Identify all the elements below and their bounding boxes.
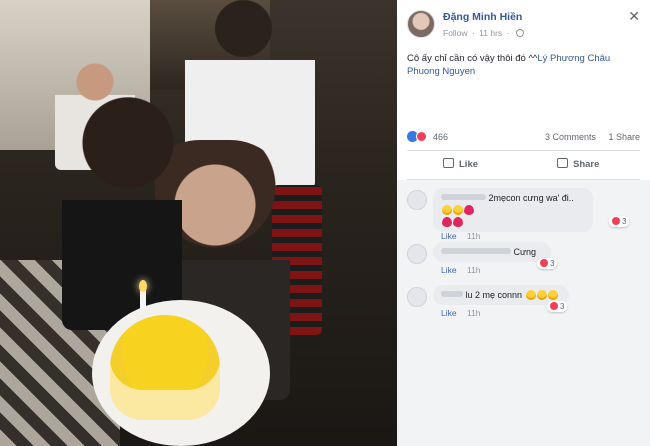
comment-text: Cưng xyxy=(513,247,537,257)
share-button[interactable]: Share xyxy=(557,158,599,170)
photo-girl xyxy=(62,90,182,330)
love-reaction-icon[interactable] xyxy=(416,131,427,142)
share-icon xyxy=(557,158,568,168)
comments-area: 2mẹcon cưng wa' đi.. 3 Like 11h Cưng 3 L… xyxy=(397,180,650,446)
love-eyes-emoji xyxy=(442,205,452,215)
like-button[interactable]: Like xyxy=(443,158,478,170)
comment-reactions[interactable]: 3 xyxy=(537,258,558,269)
comment-like-link[interactable]: Like xyxy=(441,231,457,241)
post-meta: Follow · 11 hrs · xyxy=(443,28,524,38)
comment-reaction-count: 3 xyxy=(560,302,565,311)
photo-flame xyxy=(139,280,147,292)
like-icon xyxy=(443,158,454,168)
love-reaction-icon xyxy=(612,217,620,225)
love-eyes-emoji xyxy=(453,205,463,215)
laughing-emoji xyxy=(536,290,547,300)
comment: lu 2 mẹ connn 3 Like 11h xyxy=(407,285,640,325)
comment-reactions[interactable]: 3 xyxy=(547,301,568,312)
comment-reactions[interactable]: 3 xyxy=(609,216,630,227)
follow-link[interactable]: Follow xyxy=(443,28,468,38)
comment-bubble: Cưng xyxy=(433,242,551,262)
post-panel: Đặng Minh Hiền Follow · 11 hrs · ✕ Cô ấy… xyxy=(397,0,650,446)
heart-emoji xyxy=(453,217,463,227)
commenter-name-blurred[interactable] xyxy=(441,248,511,254)
comment-actions: Like 11h xyxy=(441,231,481,241)
comment-actions: Like 11h xyxy=(441,265,481,275)
love-reaction-icon xyxy=(540,259,548,267)
meta-separator: · xyxy=(471,28,475,38)
heart-emoji xyxy=(442,217,452,227)
reaction-bar: 466 3 Comments 1 Share xyxy=(407,131,640,145)
laughing-emoji xyxy=(525,290,536,300)
globe-icon xyxy=(515,29,524,37)
love-reaction-icon xyxy=(550,302,558,310)
comment-text: lu 2 mẹ connn xyxy=(465,290,523,300)
comment-time[interactable]: 11h xyxy=(467,231,481,241)
author-name[interactable]: Đặng Minh Hiền xyxy=(443,11,522,23)
commenter-name-blurred[interactable] xyxy=(441,291,463,297)
laughing-emoji xyxy=(547,290,558,300)
post-header: Đặng Minh Hiền Follow · 11 hrs · ✕ xyxy=(407,8,640,42)
comment-time[interactable]: 11h xyxy=(467,265,481,275)
comment-like-link[interactable]: Like xyxy=(441,265,457,275)
reaction-count[interactable]: 466 xyxy=(433,132,448,142)
comment-text: 2mẹcon cưng wa' đi.. xyxy=(488,193,574,203)
post-text: Cô ấy chỉ cần có vậy thôi đó ^^Lý Phương… xyxy=(407,52,639,78)
post-text-main: Cô ấy chỉ cần có vậy thôi đó ^^ xyxy=(407,53,538,64)
mention-link[interactable]: Phuong Nguyen xyxy=(407,66,475,77)
post-actions: Like Share xyxy=(407,154,640,178)
photo-cake xyxy=(110,315,220,420)
divider xyxy=(407,150,640,151)
post-photo[interactable] xyxy=(0,0,397,446)
comments-count[interactable]: 3 Comments xyxy=(545,132,596,142)
heart-emoji xyxy=(464,205,474,215)
comment: Cưng 3 Like 11h xyxy=(407,242,640,282)
mention-link[interactable]: Lý Phương Châu xyxy=(537,53,610,64)
comment-time[interactable]: 11h xyxy=(467,308,481,318)
shares-count[interactable]: 1 Share xyxy=(608,132,640,142)
comment-reaction-count: 3 xyxy=(622,217,627,226)
meta-separator: · xyxy=(506,28,510,38)
post-time[interactable]: 11 hrs xyxy=(479,28,502,38)
author-avatar[interactable] xyxy=(407,10,435,38)
commenter-avatar[interactable] xyxy=(407,244,427,264)
comment: 2mẹcon cưng wa' đi.. 3 Like 11h xyxy=(407,188,640,243)
share-button-label: Share xyxy=(573,159,600,170)
commenter-avatar[interactable] xyxy=(407,287,427,307)
commenter-avatar[interactable] xyxy=(407,190,427,210)
comment-like-link[interactable]: Like xyxy=(441,308,457,318)
like-button-label: Like xyxy=(459,159,479,170)
comment-actions: Like 11h xyxy=(441,308,481,318)
commenter-name-blurred[interactable] xyxy=(441,194,486,200)
comment-bubble: 2mẹcon cưng wa' đi.. xyxy=(433,188,593,232)
close-icon[interactable]: ✕ xyxy=(628,8,640,25)
comment-reaction-count: 3 xyxy=(550,259,555,268)
